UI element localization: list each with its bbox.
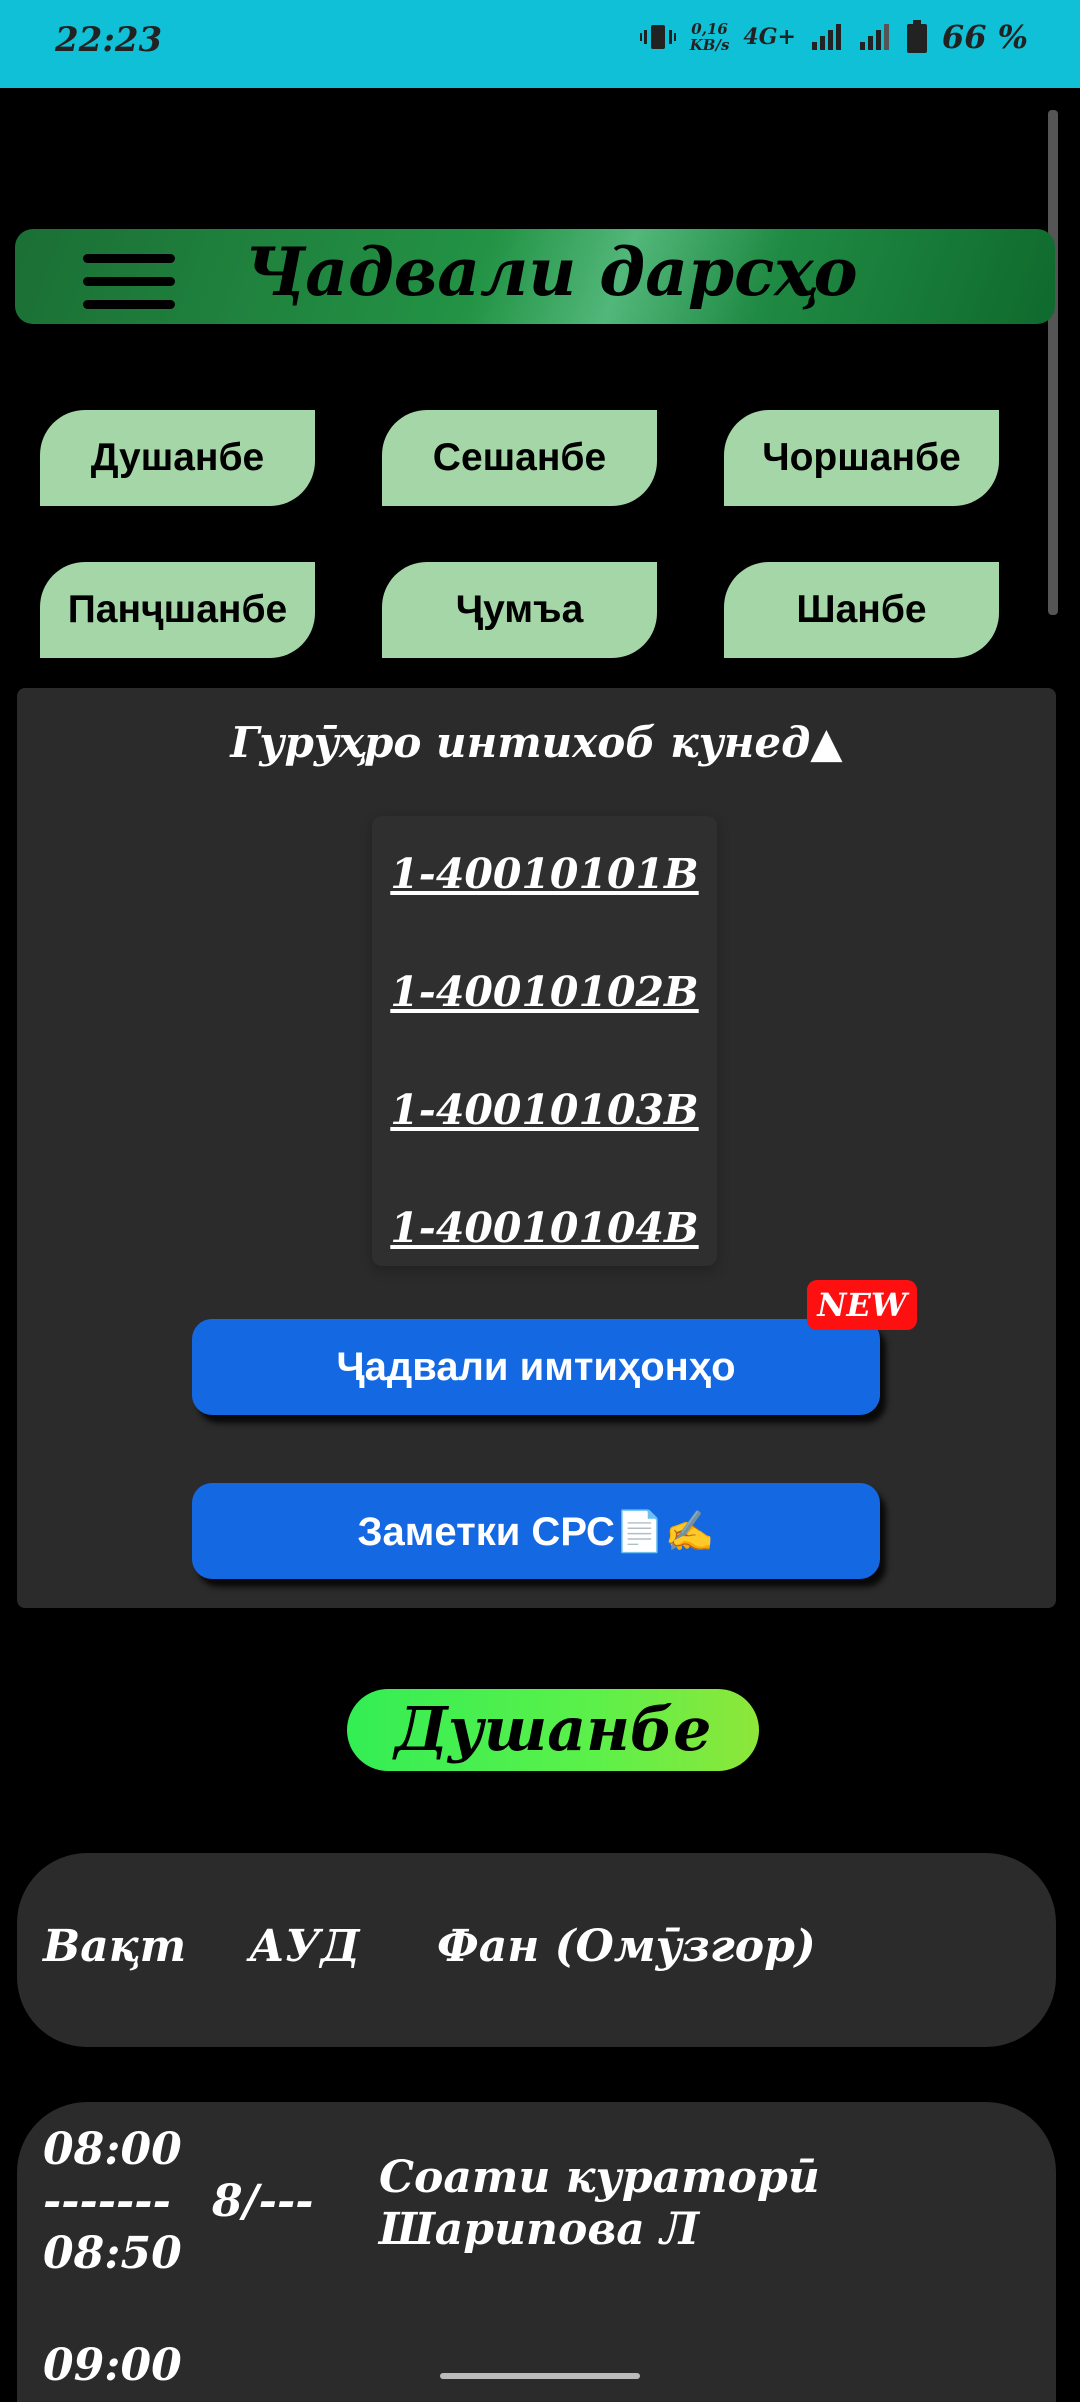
day-button-thursday[interactable]: Панҷшанбе (40, 562, 315, 658)
network-type: 4G+ (743, 24, 796, 50)
gesture-nav-bar[interactable] (440, 2373, 640, 2379)
page-title: Ҷадвали дарсҳо (245, 233, 858, 311)
lesson-subject: Соати кураторӣ (379, 2152, 820, 2203)
group-panel: Гурӯҳро интихоб кунед▲ 1-40010101В 1-400… (17, 688, 1056, 1608)
column-header-subject: Фан (Омӯзгор) (437, 1921, 816, 1972)
next-lesson-time-start: 09:00 (43, 2340, 182, 2391)
lesson-time-start: 08:00 (43, 2124, 182, 2175)
lesson-time-end: 08:50 (43, 2228, 182, 2279)
vibrate-icon (639, 25, 676, 49)
signal-icon (811, 24, 841, 50)
signal-icon (859, 24, 889, 50)
lesson-time-separator: ------- (43, 2176, 171, 2227)
group-item[interactable]: 1-40010102В (372, 968, 717, 1016)
group-select-toggle[interactable]: Гурӯҳро интихоб кунед▲ (17, 718, 1056, 767)
menu-icon[interactable] (83, 254, 175, 310)
scrollbar[interactable] (1048, 110, 1058, 615)
column-header-time: Вақт (43, 1921, 187, 1972)
app-header: Ҷадвали дарсҳо (15, 229, 1055, 324)
lesson-room: 8/--- (212, 2176, 314, 2227)
new-badge: NEW (807, 1280, 917, 1330)
day-button-saturday[interactable]: Шанбе (724, 562, 999, 658)
day-button-wednesday[interactable]: Чоршанбе (724, 410, 999, 506)
schedule-table-header: Вақт АУД Фан (Омӯзгор) (17, 1853, 1056, 2047)
day-button-friday[interactable]: Ҷумъа (382, 562, 657, 658)
battery-icon (906, 20, 927, 53)
net-speed-value: 0,16 (691, 20, 728, 38)
net-speed: 0,16 KB/s (690, 21, 730, 53)
notes-button[interactable]: Заметки СРС📄✍️ (192, 1483, 880, 1579)
day-button-monday[interactable]: Душанбе (40, 410, 315, 506)
day-button-tuesday[interactable]: Сешанбе (382, 410, 657, 506)
net-speed-unit: KB/s (689, 36, 730, 54)
table-row: 08:00 ------- 08:50 8/--- Соати кураторӣ… (17, 2102, 1056, 2402)
column-header-room: АУД (249, 1921, 360, 1972)
group-item[interactable]: 1-40010103В (372, 1086, 717, 1134)
group-item[interactable]: 1-40010104В (372, 1204, 717, 1252)
lesson-teacher: Шарипова Л (379, 2204, 700, 2255)
group-item[interactable]: 1-40010101В (372, 850, 717, 898)
battery-percent: 66 % (941, 18, 1028, 56)
status-time: 22:23 (55, 20, 163, 60)
group-dropdown-list: 1-40010101В 1-40010102В 1-40010103В 1-40… (372, 816, 717, 1266)
selected-day-label: Душанбе (347, 1689, 759, 1771)
exam-schedule-button[interactable]: Ҷадвали имтиҳонҳо (192, 1319, 880, 1415)
status-bar: 22:23 0,16 KB/s 4G+ 66 % (0, 0, 1080, 88)
status-indicators: 0,16 KB/s 4G+ 66 % (639, 18, 1028, 56)
